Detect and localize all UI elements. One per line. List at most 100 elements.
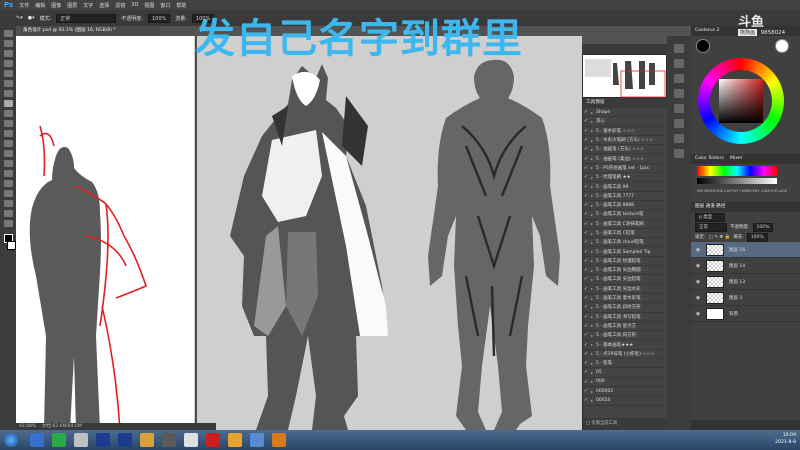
character-icon[interactable] xyxy=(674,119,684,128)
preset-item[interactable]: ✓ ▸ 5 · 油画笔 (方头) ☆☆☆ xyxy=(583,145,667,155)
marquee-tool-icon[interactable] xyxy=(3,40,13,47)
menu-help[interactable]: 帮助 xyxy=(176,2,186,9)
fill-input[interactable]: 100% xyxy=(746,232,768,242)
preset-item[interactable]: ✓ ▸ 5 · 画笔工具 Sampled Tip xyxy=(583,247,667,257)
eraser-tool-icon[interactable] xyxy=(3,130,13,137)
preset-item[interactable]: ✓ ▸ 5 · 画笔工具 尖边水彩 xyxy=(583,285,667,294)
menu-file[interactable]: 文件 xyxy=(19,2,29,9)
preset-item[interactable]: ✓ ▸ 5 · 水彩大笔刷 (方头) ☆☆☆ xyxy=(583,136,667,146)
layer-row[interactable]: ◉ 图层 3 xyxy=(691,290,800,306)
menu-view[interactable]: 视图 xyxy=(144,2,154,9)
actions-icon[interactable] xyxy=(674,59,684,68)
preset-item[interactable]: ✓ ▸ 5 · 纹理笔刷 ★★ xyxy=(583,173,667,183)
app-icon[interactable] xyxy=(272,433,286,447)
brush-tool-icon[interactable] xyxy=(3,100,13,107)
preset-item[interactable]: ✓ ▸ 5 · 画笔工具 斜纹方形 xyxy=(583,303,667,313)
menu-layer[interactable]: 图层 xyxy=(67,2,77,9)
foreground-color-indicator[interactable] xyxy=(696,39,710,53)
preset-item[interactable]: ✓ ▸ 5 · 画笔工具 C铅笔 xyxy=(583,229,667,239)
start-button[interactable] xyxy=(4,433,18,447)
history-brush-tool-icon[interactable] xyxy=(3,120,13,127)
layer-name[interactable]: 图层 14 xyxy=(729,263,745,269)
visibility-eye-icon[interactable]: ◉ xyxy=(695,311,701,317)
preset-item[interactable]: ✓ ▸ 5 · 油画笔 (柔边) ☆☆☆ xyxy=(583,154,667,164)
menu-edit[interactable]: 编辑 xyxy=(35,2,45,9)
history-icon[interactable] xyxy=(674,44,684,53)
move-tool-icon[interactable] xyxy=(3,30,13,37)
preset-item[interactable]: ✓ ▸ 5 · 画笔工具 texture笔 xyxy=(583,210,667,220)
layer-row[interactable]: ◉ 图层 13 xyxy=(691,274,800,290)
color-mode-buttons[interactable]: BW BRUSHHE LAYOUT HARMONY CAMOUFLAGE xyxy=(697,188,787,193)
app-icon[interactable] xyxy=(162,433,176,447)
layer-kind-filter[interactable]: ρ 类型 xyxy=(695,212,725,222)
visibility-eye-icon[interactable]: ◉ xyxy=(695,279,701,285)
preset-item[interactable]: ✓ ▸ 5 · 铅笔 xyxy=(583,359,667,369)
menu-filter[interactable]: 滤镜 xyxy=(115,2,125,9)
magic-wand-tool-icon[interactable] xyxy=(3,60,13,67)
lock-icons[interactable]: □ ✎ ✥ 🔒 xyxy=(709,235,731,240)
brush-preset-icon[interactable] xyxy=(674,74,684,83)
zoom-readout[interactable]: 92.08% xyxy=(19,424,36,429)
layer-name[interactable]: 背景 xyxy=(729,311,738,317)
preset-item[interactable]: ✓ ▸ 5 · 画笔工具 cloud铅笔 xyxy=(583,238,667,248)
browser-icon[interactable] xyxy=(250,433,264,447)
tab-color-sliders[interactable]: Color Sliders xyxy=(695,154,724,164)
preset-item[interactable]: ✓ ▸ 000 xyxy=(583,378,667,387)
current-tool-only-checkbox[interactable]: □ 仅限当前工具 xyxy=(583,418,667,430)
menu-type[interactable]: 文字 xyxy=(83,2,93,9)
photoshop-icon[interactable] xyxy=(96,433,110,447)
preset-item[interactable]: ✓ ▸ 其心 xyxy=(583,117,667,127)
layer-name[interactable]: 图层 3 xyxy=(729,295,742,301)
stamp-tool-icon[interactable] xyxy=(3,110,13,117)
navigator-thumbnail[interactable] xyxy=(582,54,667,98)
preset-item[interactable]: ✓ ▸ 5 · 画笔工具 99 xyxy=(583,182,667,192)
preset-item[interactable]: ✓ ▸ 05 xyxy=(583,368,667,378)
preset-item[interactable]: ✓ ▸ 5 · 画笔工具 意水彩笔 xyxy=(583,294,667,304)
document-tab[interactable]: 角色设计.psd @ 92.1% (图层 16, RGB/8) * xyxy=(20,26,160,36)
hand-tool-icon[interactable] xyxy=(3,210,13,217)
preset-item[interactable]: ✓ ▸ 5 · 画笔工具 C涂抹笔刷 xyxy=(583,220,667,229)
properties-icon[interactable] xyxy=(674,89,684,98)
zoom-tool-icon[interactable] xyxy=(3,220,13,227)
color-wheel[interactable] xyxy=(698,58,784,144)
brush-tool-icon[interactable]: ✎▾ xyxy=(16,15,23,21)
tool-presets-tab[interactable]: 工具预设 xyxy=(583,98,667,108)
type-tool-icon[interactable] xyxy=(3,180,13,187)
visibility-eye-icon[interactable]: ◉ xyxy=(695,247,701,253)
info-icon[interactable] xyxy=(674,149,684,158)
brush-size-picker[interactable]: ●▾ xyxy=(28,15,35,21)
qq-icon[interactable] xyxy=(30,433,44,447)
layers-tabs[interactable]: 图层 通道 路径 xyxy=(691,202,800,212)
preset-item[interactable]: ✓ ▸ 5 · 基本画笔★★★ xyxy=(583,340,667,350)
blur-tool-icon[interactable] xyxy=(3,150,13,157)
preset-item[interactable]: ✓ ▸ Shape xyxy=(583,108,667,118)
layer-row[interactable]: ◉ 图层 14 xyxy=(691,258,800,274)
preset-item[interactable]: ✓ ▸ 5 · 画笔工具 星点方 xyxy=(583,322,667,332)
canvas[interactable] xyxy=(16,36,582,430)
preset-item[interactable]: ✓ ▸ 00024 xyxy=(583,396,667,406)
wechat-icon[interactable] xyxy=(52,433,66,447)
preset-item[interactable]: ✓ ▸ 5 · 画笔工具 纹理铅笔 xyxy=(583,257,667,267)
healing-tool-icon[interactable] xyxy=(3,90,13,97)
layer-row[interactable]: ◉ 图层 16 xyxy=(691,242,800,258)
crop-tool-icon[interactable] xyxy=(3,70,13,77)
visibility-eye-icon[interactable]: ◉ xyxy=(695,295,701,301)
layer-opacity-input[interactable]: 100% xyxy=(752,222,774,232)
paint-icon[interactable] xyxy=(184,433,198,447)
saturation-value-square[interactable] xyxy=(719,79,763,123)
gray-slider[interactable] xyxy=(697,178,777,184)
record-icon[interactable] xyxy=(206,433,220,447)
preset-item[interactable]: ✓ ▸ 5 · 画笔工具 斜方形 xyxy=(583,331,667,341)
opacity-input[interactable]: 100% xyxy=(147,13,171,23)
blend-mode-select[interactable]: 正常 xyxy=(695,222,727,232)
hue-slider[interactable] xyxy=(697,166,777,176)
preset-item[interactable]: ✓ ▸ 5 · 画笔工具 书写铅笔 xyxy=(583,313,667,322)
adjustments-icon[interactable] xyxy=(674,104,684,113)
lasso-tool-icon[interactable] xyxy=(3,50,13,57)
clock-date[interactable]: 2021-8-8 xyxy=(775,439,796,446)
gradient-tool-icon[interactable] xyxy=(3,140,13,147)
path-select-tool-icon[interactable] xyxy=(3,190,13,197)
preset-item[interactable]: ✓ ▸ 5 · 点19号笔 (小织毛) ☆☆☆ xyxy=(583,350,667,360)
firefox-icon[interactable] xyxy=(228,433,242,447)
clock-time[interactable]: 10:09 xyxy=(783,432,796,439)
